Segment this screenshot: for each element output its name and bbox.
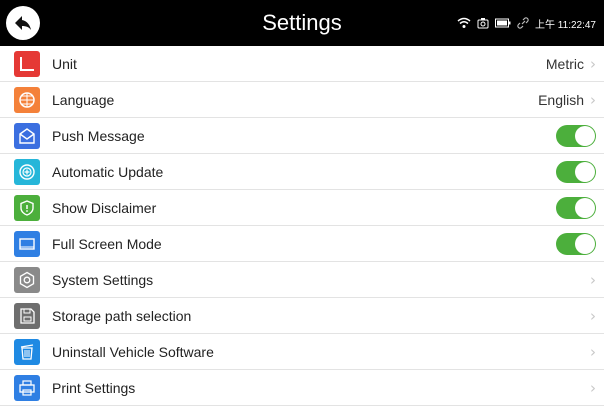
- unit-value: Metric: [545, 55, 584, 72]
- row-print-settings[interactable]: Print Settings ›: [0, 370, 604, 406]
- chevron-right-icon: ›: [590, 54, 596, 73]
- row-label: Push Message: [52, 127, 145, 144]
- link-icon: [517, 17, 529, 29]
- row-label: Language: [52, 91, 115, 108]
- clock: 上午 11:22:47: [535, 19, 596, 31]
- automatic-update-toggle[interactable]: [556, 160, 596, 183]
- print-icon: [14, 374, 40, 401]
- storage-icon: [14, 302, 40, 329]
- row-full-screen-mode[interactable]: Full Screen Mode: [0, 226, 604, 262]
- row-label: System Settings: [52, 271, 154, 288]
- fullscreen-icon: [14, 230, 40, 257]
- chevron-right-icon: ›: [590, 342, 596, 361]
- language-icon: [14, 86, 40, 113]
- chevron-right-icon: ›: [590, 270, 596, 289]
- push-message-toggle[interactable]: [556, 124, 596, 147]
- row-storage-path[interactable]: Storage path selection ›: [0, 298, 604, 334]
- row-uninstall-vehicle-software[interactable]: Uninstall Vehicle Software ›: [0, 334, 604, 370]
- settings-list: Unit Metric › Language English › Push Me…: [0, 46, 604, 406]
- row-show-disclaimer[interactable]: Show Disclaimer: [0, 190, 604, 226]
- row-label: Print Settings: [52, 379, 136, 396]
- chevron-right-icon: ›: [590, 306, 596, 325]
- gear-icon: [14, 266, 40, 293]
- row-automatic-update[interactable]: Automatic Update: [0, 154, 604, 190]
- screenshot-icon: [477, 18, 489, 29]
- top-bar: Settings 上午 11:22:47: [0, 0, 604, 46]
- row-label: Uninstall Vehicle Software: [52, 343, 214, 360]
- full-screen-mode-toggle[interactable]: [556, 232, 596, 255]
- row-label: Storage path selection: [52, 307, 192, 324]
- row-label: Unit: [52, 55, 77, 72]
- chevron-right-icon: ›: [590, 90, 596, 109]
- battery-icon: [495, 18, 511, 28]
- chevron-right-icon: ›: [590, 378, 596, 397]
- row-label: Automatic Update: [52, 163, 164, 180]
- update-icon: [14, 158, 40, 185]
- disclaimer-icon: [14, 194, 40, 221]
- push-message-icon: [14, 122, 40, 149]
- status-bar: 上午 11:22:47: [457, 0, 596, 46]
- show-disclaimer-toggle[interactable]: [556, 196, 596, 219]
- trash-icon: [14, 338, 40, 365]
- row-label: Full Screen Mode: [52, 235, 162, 252]
- row-language[interactable]: Language English ›: [0, 82, 604, 118]
- unit-icon: [14, 50, 40, 77]
- row-push-message[interactable]: Push Message: [0, 118, 604, 154]
- row-system-settings[interactable]: System Settings ›: [0, 262, 604, 298]
- language-value: English: [538, 91, 584, 108]
- row-label: Show Disclaimer: [52, 199, 157, 216]
- wifi-icon: [457, 17, 471, 28]
- row-unit[interactable]: Unit Metric ›: [0, 46, 604, 82]
